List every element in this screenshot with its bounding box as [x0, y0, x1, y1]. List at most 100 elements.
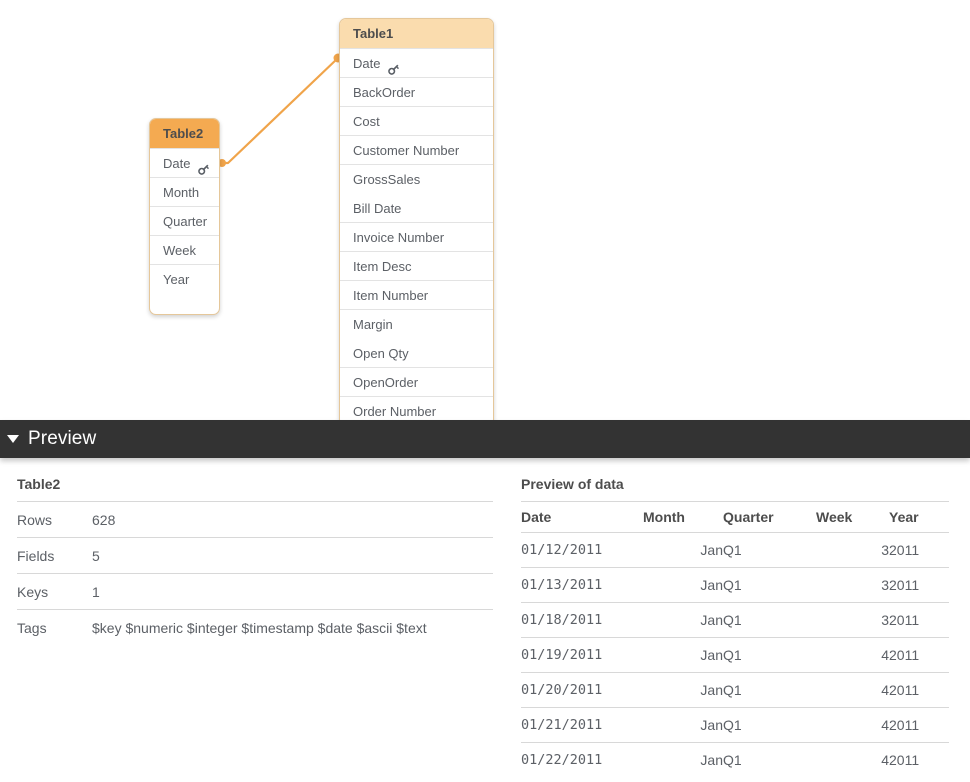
- field-label: Invoice Number: [353, 229, 445, 245]
- preview-panel: Table2 Rows 628 Fields 5 Keys 1 Tags $ke…: [0, 458, 970, 782]
- cell-month: Jan: [643, 637, 723, 673]
- field-label: BackOrder: [353, 84, 416, 100]
- summary-value: 1: [92, 573, 493, 610]
- cell-year: 2011: [889, 742, 949, 777]
- field-label: Quarter: [163, 213, 208, 229]
- cell-quarter: Q1: [723, 637, 816, 673]
- cell-week: 3: [816, 602, 889, 638]
- cell-year: 2011: [889, 707, 949, 743]
- summary-label: Keys: [17, 573, 92, 610]
- field-label: Cost: [353, 113, 380, 129]
- field-label: GrossSales: [353, 171, 421, 187]
- association-line: [219, 56, 340, 165]
- cell-date: 01/22/2011: [521, 742, 643, 777]
- cell-date: 01/20/2011: [521, 672, 643, 708]
- field-label: Margin: [353, 316, 393, 332]
- cell-date: 01/19/2011: [521, 637, 643, 673]
- cell-date: 01/12/2011: [521, 532, 643, 568]
- column-header-month[interactable]: Month: [643, 501, 723, 533]
- field-row-date[interactable]: Date: [150, 148, 219, 177]
- summary-value: 628: [92, 501, 493, 538]
- table-row: Rows 628: [17, 501, 493, 538]
- table-row: Keys 1: [17, 573, 493, 610]
- field-row-margin[interactable]: Margin: [340, 309, 493, 338]
- cell-quarter: Q1: [723, 707, 816, 743]
- field-label: Order Number: [353, 403, 437, 419]
- table-row: 01/21/2011 Jan Q1 4 2011: [521, 707, 949, 743]
- field-row-item-desc[interactable]: Item Desc: [340, 251, 493, 280]
- cell-week: 3: [816, 532, 889, 568]
- field-row-customer-number[interactable]: Customer Number: [340, 135, 493, 164]
- table-row: 01/12/2011 Jan Q1 3 2011: [521, 532, 949, 568]
- column-header-quarter[interactable]: Quarter: [723, 501, 816, 533]
- field-row-invoice-number[interactable]: Invoice Number: [340, 222, 493, 251]
- summary-label: Rows: [17, 501, 92, 538]
- field-label: Month: [163, 184, 200, 200]
- field-row-year[interactable]: Year: [150, 264, 219, 293]
- field-label: Bill Date: [353, 200, 402, 216]
- field-label: Year: [163, 271, 190, 287]
- table-card-table1[interactable]: Table1 Date BackOrder Cost Customer Numb…: [339, 18, 494, 420]
- field-label: Date: [163, 155, 191, 171]
- field-row-week[interactable]: Week: [150, 235, 219, 264]
- field-row-order-number[interactable]: Order Number: [340, 396, 493, 420]
- field-row-backorder[interactable]: BackOrder: [340, 77, 493, 106]
- field-label: Open Qty: [353, 345, 409, 361]
- field-label: Customer Number: [353, 142, 460, 158]
- field-row-open-qty[interactable]: Open Qty: [340, 338, 493, 367]
- summary-table-name: Table2: [17, 476, 61, 492]
- cell-month: Jan: [643, 672, 723, 708]
- field-row-date[interactable]: Date: [340, 48, 493, 77]
- field-row-month[interactable]: Month: [150, 177, 219, 206]
- cell-week: 4: [816, 742, 889, 777]
- cell-year: 2011: [889, 637, 949, 673]
- preview-section-header[interactable]: Preview: [0, 420, 970, 458]
- column-header-week[interactable]: Week: [816, 501, 889, 533]
- cell-month: Jan: [643, 707, 723, 743]
- cell-month: Jan: [643, 567, 723, 603]
- field-label: Week: [163, 242, 196, 258]
- field-row-grosssales[interactable]: GrossSales: [340, 164, 493, 193]
- table-row: Tags $key $numeric $integer $timestamp $…: [17, 609, 493, 645]
- cell-week: 4: [816, 637, 889, 673]
- table-card-title[interactable]: Table2: [150, 119, 219, 148]
- table-header-row: Date Month Quarter Week Year: [521, 501, 949, 533]
- cell-date: 01/21/2011: [521, 707, 643, 743]
- field-row-cost[interactable]: Cost: [340, 106, 493, 135]
- field-row-bill-date[interactable]: Bill Date: [340, 193, 493, 222]
- field-label: Item Desc: [353, 258, 412, 274]
- key-icon: [197, 157, 211, 175]
- field-label: OpenOrder: [353, 374, 419, 390]
- cell-week: 4: [816, 707, 889, 743]
- key-icon: [387, 57, 401, 75]
- cell-quarter: Q1: [723, 532, 816, 568]
- data-model-canvas[interactable]: Table1 Date BackOrder Cost Customer Numb…: [0, 0, 970, 420]
- column-header-year[interactable]: Year: [889, 501, 949, 533]
- table-row: 01/22/2011 Jan Q1 4 2011: [521, 742, 949, 777]
- summary-label: Fields: [17, 537, 92, 574]
- card-bottom-filler: [150, 293, 219, 314]
- field-row-item-number[interactable]: Item Number: [340, 280, 493, 309]
- field-row-openorder[interactable]: OpenOrder: [340, 367, 493, 396]
- cell-week: 3: [816, 567, 889, 603]
- table-summary-table: Rows 628 Fields 5 Keys 1 Tags $key $nume…: [17, 501, 493, 645]
- table-card-title[interactable]: Table1: [340, 19, 493, 48]
- data-preview-title: Preview of data: [521, 476, 624, 492]
- cell-quarter: Q1: [723, 672, 816, 708]
- caret-down-icon[interactable]: [7, 435, 19, 443]
- field-label: Item Number: [353, 287, 429, 303]
- cell-year: 2011: [889, 532, 949, 568]
- cell-year: 2011: [889, 602, 949, 638]
- cell-month: Jan: [643, 532, 723, 568]
- table-card-table2[interactable]: Table2 Date Month Quarter Week Year: [149, 118, 220, 315]
- cell-week: 4: [816, 672, 889, 708]
- cell-year: 2011: [889, 672, 949, 708]
- field-row-quarter[interactable]: Quarter: [150, 206, 219, 235]
- column-header-date[interactable]: Date: [521, 501, 643, 533]
- summary-value: 5: [92, 537, 493, 574]
- table-row: Fields 5: [17, 537, 493, 574]
- cell-month: Jan: [643, 602, 723, 638]
- preview-title: Preview: [28, 428, 97, 449]
- table-row: 01/19/2011 Jan Q1 4 2011: [521, 637, 949, 673]
- cell-quarter: Q1: [723, 602, 816, 638]
